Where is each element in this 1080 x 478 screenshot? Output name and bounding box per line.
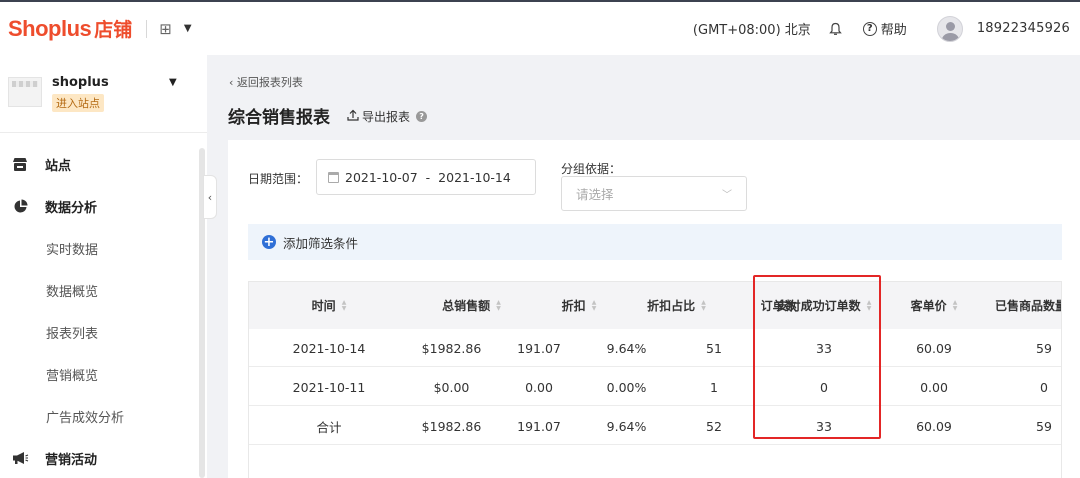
store-icon — [11, 157, 29, 172]
date-range-picker[interactable]: 2021-10-07 - 2021-10-14 — [316, 159, 536, 195]
chevron-left-icon: ‹ — [207, 190, 213, 204]
sidebar-item-label: 数据分析 — [45, 200, 98, 216]
help-label: 帮助 — [880, 23, 907, 38]
column-header-total-sales[interactable]: 总销售额 ▲ ▼ — [409, 282, 534, 329]
enter-site-badge[interactable]: 进入站点 — [52, 94, 104, 112]
date-separator: - — [425, 169, 431, 185]
table-header: 时间 ▲ ▼ 总销售额 ▲ ▼ 折扣 ▲ ▼ 折扣占比 ▲ ▼ 订单数 ▲ ▼ 支付成功订单数 ▲ ▼ … — [249, 282, 1062, 329]
sidebar: shoplus 进入站点 ▼ 站点 数据分析 实时数据 数据概览 报表列表 营销… — [0, 55, 207, 478]
chevron-down-icon: ﹀ — [722, 190, 732, 201]
megaphone-icon — [11, 451, 29, 465]
group-by-placeholder: 请选择 — [576, 187, 614, 202]
account-phone[interactable]: 18922345926 — [977, 21, 1070, 36]
column-header-discount-ratio[interactable]: 折扣占比 ▲ ▼ — [624, 282, 729, 329]
column-header-label: 已售商品数量 — [995, 299, 1062, 313]
export-button[interactable]: 导出报表 ? — [347, 108, 428, 125]
plus-circle-icon: + — [262, 234, 276, 250]
column-header-discount[interactable]: 折扣 ▲ ▼ — [534, 282, 624, 329]
add-filter-label: 添加筛选条件 — [283, 235, 359, 251]
cell-discount: 0.00 — [525, 379, 553, 395]
sales-report-table: 时间 ▲ ▼ 总销售额 ▲ ▼ 折扣 ▲ ▼ 折扣占比 ▲ ▼ 订单数 ▲ ▼ 支付成功订单数 ▲ ▼ … — [248, 281, 1062, 478]
sidebar-item-site[interactable]: 站点 — [0, 143, 207, 185]
shop-name: shoplus — [52, 75, 109, 90]
cell-items-sold: 59 — [1036, 418, 1052, 434]
timezone-selector[interactable]: (GMT+08:00) 北京 — [693, 19, 811, 38]
upload-icon — [347, 109, 359, 124]
sort-icon[interactable]: ▲ ▼ — [701, 299, 706, 312]
column-header-label: 总销售额 — [442, 299, 491, 313]
sidebar-item-overview[interactable]: 数据概览 — [0, 269, 207, 311]
sidebar-item-marketing[interactable]: 营销活动 — [0, 437, 207, 478]
table-row[interactable]: 2021-10-14 $1982.86 191.07 9.64% 51 33 6… — [249, 329, 1061, 367]
bell-icon[interactable] — [827, 20, 845, 38]
shop-logo — [8, 77, 42, 107]
table-row[interactable]: 2021-10-11 $0.00 0.00 0.00% 1 0 0.00 0 — [249, 368, 1061, 406]
cell-items-sold: 0 — [1040, 379, 1048, 395]
collapse-sidebar-button[interactable]: ‹ — [203, 175, 217, 219]
logo-brand: Shoplus — [8, 16, 92, 41]
table-row-total[interactable]: 合计 $1982.86 191.07 9.64% 52 33 60.09 59 — [249, 407, 1061, 445]
back-link-label: 返回报表列表 — [236, 76, 303, 89]
sort-icon[interactable]: ▲ ▼ — [592, 299, 597, 312]
avatar[interactable] — [936, 15, 963, 42]
date-start: 2021-10-07 — [345, 169, 418, 185]
add-filter-bar[interactable]: + 添加筛选条件 — [248, 224, 1062, 260]
sidebar-nav: 站点 数据分析 实时数据 数据概览 报表列表 营销概览 广告成效分析 营销活动 — [0, 143, 207, 478]
help-link[interactable]: ? 帮助 — [862, 19, 907, 38]
caret-down-icon: ▼ — [183, 23, 192, 34]
column-header-label: 时间 — [311, 299, 336, 313]
grid-icon: ⊞ — [159, 19, 172, 38]
column-header-label: 客单价 — [910, 299, 947, 313]
sidebar-item-data-analysis[interactable]: 数据分析 — [0, 185, 207, 227]
question-circle-icon: ? — [862, 21, 877, 36]
export-label: 导出报表 — [362, 110, 411, 124]
help-icon[interactable]: ? — [416, 111, 428, 122]
cell-avg-order-value: 60.09 — [916, 418, 952, 434]
caret-down-icon[interactable]: ▼ — [169, 77, 177, 88]
apps-switcher[interactable]: ⊞ ▼ — [159, 20, 191, 38]
column-header-label: 折扣占比 — [647, 299, 696, 313]
sidebar-item-reports[interactable]: 报表列表 — [0, 311, 207, 353]
date-range-label: 日期范围： — [248, 172, 309, 186]
highlight-box — [753, 275, 881, 439]
date-end: 2021-10-14 — [438, 169, 511, 185]
top-bar: Shoplus 店铺 ⊞ ▼ (GMT+08:00) 北京 ? 帮助 18922… — [0, 0, 1080, 55]
chevron-left-icon: ‹ — [229, 76, 237, 89]
cell-discount: 191.07 — [517, 340, 561, 356]
group-by-select[interactable]: 请选择 ﹀ — [561, 176, 747, 211]
sort-icon[interactable]: ▲ ▼ — [953, 299, 958, 312]
column-header-time[interactable]: 时间 ▲ ▼ — [249, 282, 409, 329]
cell-items-sold: 59 — [1036, 340, 1052, 356]
divider — [146, 19, 148, 38]
cell-time: 2021-10-14 — [292, 340, 366, 356]
sort-icon[interactable]: ▲ ▼ — [496, 299, 501, 312]
column-header-label: 折扣 — [561, 299, 586, 313]
cell-time: 2021-10-11 — [292, 379, 366, 395]
cell-avg-order-value: 0.00 — [920, 379, 948, 395]
group-by-label: 分组依据： — [561, 162, 622, 176]
sidebar-item-marketing-overview[interactable]: 营销概览 — [0, 353, 207, 395]
pie-chart-icon — [11, 199, 29, 214]
shop-switcher[interactable]: shoplus 进入站点 ▼ — [0, 55, 207, 133]
calendar-icon — [328, 171, 339, 183]
logo-suffix: 店铺 — [94, 20, 133, 41]
cell-time: 合计 — [316, 419, 342, 435]
sidebar-item-realtime[interactable]: 实时数据 — [0, 227, 207, 269]
cell-avg-order-value: 60.09 — [916, 340, 952, 356]
sort-icon[interactable]: ▲ ▼ — [342, 299, 347, 312]
sidebar-item-label: 站点 — [45, 158, 72, 174]
logo[interactable]: Shoplus 店铺 — [8, 15, 132, 42]
cell-discount: 191.07 — [517, 418, 561, 434]
column-header-avg-order-value[interactable]: 客单价 ▲ ▼ — [884, 282, 984, 329]
sidebar-item-ad-performance[interactable]: 广告成效分析 — [0, 395, 207, 437]
back-link[interactable]: ‹ 返回报表列表 — [229, 74, 303, 90]
page-title: 综合销售报表 — [228, 108, 330, 128]
sidebar-item-label: 营销活动 — [45, 452, 98, 468]
column-header-items-sold[interactable]: 已售商品数量 — [989, 282, 1062, 329]
